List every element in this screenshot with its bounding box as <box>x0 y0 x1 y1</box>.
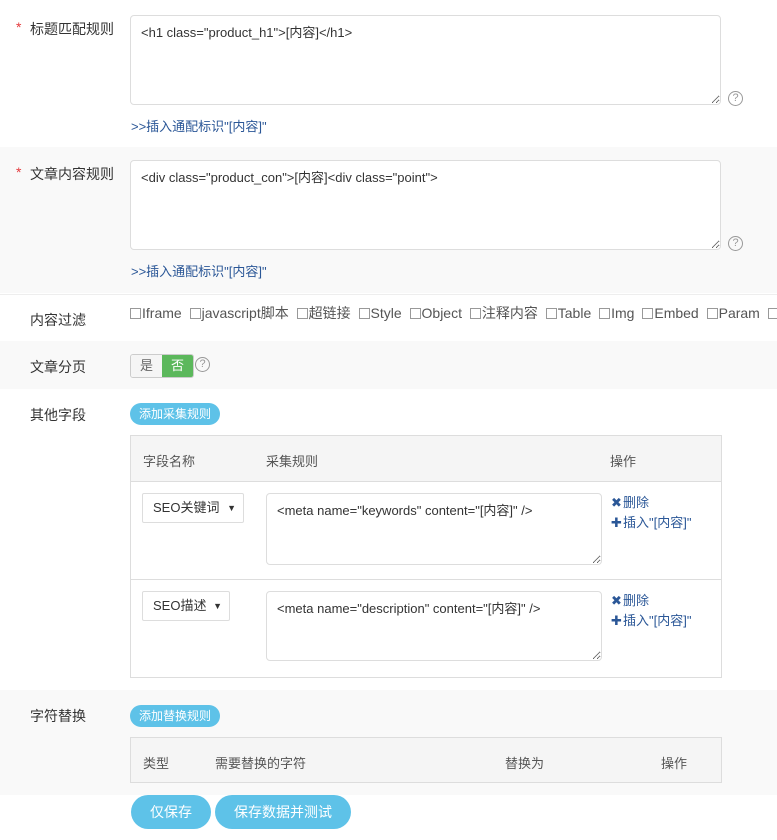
checkbox[interactable] <box>130 308 141 319</box>
save-and-test-button[interactable]: 保存数据并测试 <box>215 795 351 829</box>
column-header-source: 需要替换的字符 <box>215 756 307 771</box>
filter-embed[interactable]: Embed <box>642 305 699 321</box>
dropdown-arrow-icon: ▼ <box>213 601 222 611</box>
title-rule-row: * 标题匹配规则 ? >>插入通配标识"[内容]" <box>0 0 777 147</box>
replace-table: 类型 需要替换的字符 替换为 操作 <box>130 737 722 783</box>
help-icon[interactable]: ? <box>728 91 743 106</box>
plus-icon: ✚ <box>611 613 622 628</box>
filter-param[interactable]: Param <box>706 305 760 321</box>
column-header-rule: 采集规则 <box>266 454 319 469</box>
pagination-label: 文章分页 <box>30 359 86 375</box>
title-rule-label: * 标题匹配规则 <box>16 19 114 37</box>
checkbox[interactable] <box>545 308 557 319</box>
save-button[interactable]: 仅保存 <box>131 795 211 829</box>
field-rule-input-description[interactable] <box>266 591 602 661</box>
checkbox[interactable] <box>409 308 421 319</box>
pagination-toggle[interactable]: 是 否 <box>130 354 194 378</box>
add-replace-rule-button[interactable]: 添加替换规则 <box>130 705 221 727</box>
required-mark: * <box>16 164 22 180</box>
pagination-row: 文章分页 是 否 ? <box>0 341 777 389</box>
field-select-keywords[interactable]: SEO关键词 ▼ <box>142 493 244 523</box>
other-fields-label: 其他字段 <box>30 407 86 423</box>
content-rule-label: * 文章内容规则 <box>16 164 114 182</box>
filter-hyperlink[interactable]: 超链接 <box>296 303 351 323</box>
filter-img[interactable]: Img <box>599 305 634 321</box>
filter-iframe[interactable]: Iframe <box>130 305 182 321</box>
plus-icon: ✚ <box>611 515 622 530</box>
other-fields-table: 字段名称 采集规则 操作 SEO关键词 ▼ ✖删除 ✚插入"[内容]" SEO描… <box>130 435 722 678</box>
filter-options: Iframe javascript脚本 超链接 Style Object 注释内… <box>130 303 777 323</box>
insert-wildcard-link[interactable]: >>插入通配标识"[内容]" <box>131 261 267 280</box>
insert-wildcard-link[interactable]: >>插入通配标识"[内容]" <box>131 116 267 135</box>
replace-label: 字符替换 <box>30 708 86 724</box>
row-actions: ✖删除 ✚插入"[内容]" <box>611 591 691 631</box>
field-select-description[interactable]: SEO描述 ▼ <box>142 591 230 621</box>
help-icon[interactable]: ? <box>728 236 743 251</box>
filter-comment[interactable]: 注释内容 <box>469 303 538 323</box>
close-icon: ✖ <box>611 593 622 608</box>
checkbox[interactable] <box>189 308 201 319</box>
column-header-target: 替换为 <box>505 756 545 771</box>
filter-more[interactable] <box>767 305 777 321</box>
checkbox[interactable] <box>599 308 611 319</box>
column-header-action: 操作 <box>661 756 688 771</box>
checkbox[interactable] <box>706 308 718 319</box>
filter-table[interactable]: Table <box>545 305 591 321</box>
filter-object[interactable]: Object <box>409 305 462 321</box>
help-icon[interactable]: ? <box>195 357 210 372</box>
field-rule-input-keywords[interactable] <box>266 493 602 565</box>
filter-style[interactable]: Style <box>358 305 402 321</box>
title-rule-input[interactable] <box>130 15 721 105</box>
table-header: 字段名称 采集规则 操作 <box>131 436 721 482</box>
delete-link[interactable]: ✖删除 <box>611 591 691 611</box>
insert-wildcard-link[interactable]: ✚插入"[内容]" <box>611 513 691 533</box>
filter-javascript[interactable]: javascript脚本 <box>189 303 289 323</box>
row-actions: ✖删除 ✚插入"[内容]" <box>611 493 691 533</box>
checkbox[interactable] <box>358 308 370 319</box>
replace-row: 字符替换 添加替换规则 类型 需要替换的字符 替换为 操作 <box>0 690 777 795</box>
required-mark: * <box>16 19 22 35</box>
content-rule-row: * 文章内容规则 ? >>插入通配标识"[内容]" <box>0 147 777 293</box>
close-icon: ✖ <box>611 495 622 510</box>
dropdown-arrow-icon: ▼ <box>227 503 236 513</box>
toggle-yes[interactable]: 是 <box>131 355 162 377</box>
insert-wildcard-link[interactable]: ✚插入"[内容]" <box>611 611 691 631</box>
column-header-type: 类型 <box>143 756 170 771</box>
add-collect-rule-button[interactable]: 添加采集规则 <box>130 403 221 425</box>
content-filter-row: 内容过滤 Iframe javascript脚本 超链接 Style Objec… <box>0 294 777 340</box>
checkbox[interactable] <box>767 308 777 319</box>
checkbox[interactable] <box>642 308 654 319</box>
content-filter-label: 内容过滤 <box>30 312 86 328</box>
toggle-no[interactable]: 否 <box>162 355 193 377</box>
other-fields-row: 其他字段 添加采集规则 字段名称 采集规则 操作 SEO关键词 ▼ ✖删除 ✚插… <box>0 389 777 689</box>
delete-link[interactable]: ✖删除 <box>611 493 691 513</box>
row-divider <box>131 579 721 580</box>
checkbox[interactable] <box>296 308 308 319</box>
content-rule-input[interactable] <box>130 160 721 250</box>
column-header-action: 操作 <box>610 454 637 469</box>
checkbox[interactable] <box>469 308 481 319</box>
column-header-name: 字段名称 <box>143 454 196 469</box>
